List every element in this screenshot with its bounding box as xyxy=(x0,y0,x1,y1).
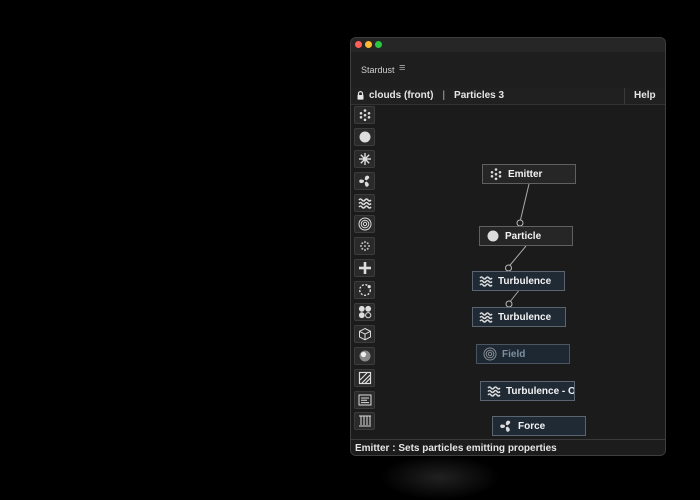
node-label: Turbulence xyxy=(498,311,552,323)
node-connection xyxy=(519,183,530,223)
help-divider xyxy=(624,88,625,104)
hamburger-menu-icon[interactable]: ≡ xyxy=(399,62,405,74)
burst-icon xyxy=(358,152,371,165)
node-graph: Emitter Particle Turbulence Turbulence Field… xyxy=(382,104,665,438)
node-connection xyxy=(508,245,527,268)
composition-label: clouds (front) | Particles 3 xyxy=(369,90,504,101)
background-glow xyxy=(380,455,500,500)
node-label: Force xyxy=(518,420,546,432)
status-bar: Emitter : Sets particles emitting proper… xyxy=(351,439,665,455)
wave-icon xyxy=(357,197,372,209)
node-turbulence[interactable]: Turbulence xyxy=(472,271,565,291)
fan-icon xyxy=(358,175,369,187)
composition-name: clouds (front) xyxy=(369,90,434,101)
panel-tab-title[interactable]: Stardust xyxy=(361,65,395,75)
wave-icon xyxy=(487,386,501,397)
minimize-window-button[interactable] xyxy=(365,41,372,48)
particle-tool[interactable] xyxy=(354,127,375,146)
emitter-dots-icon xyxy=(490,168,502,181)
status-text: Emitter : Sets particles emitting proper… xyxy=(355,443,557,454)
replicator-tool[interactable] xyxy=(354,412,375,431)
cube-icon xyxy=(358,327,371,341)
model-tool[interactable] xyxy=(354,324,375,343)
lock-icon[interactable] xyxy=(357,91,364,100)
node-field[interactable]: Field xyxy=(476,344,570,364)
plus-tool[interactable] xyxy=(354,259,375,278)
burst-tool[interactable] xyxy=(354,149,375,168)
composition-bar: clouds (front) | Particles 3 Help xyxy=(351,88,665,105)
wave-icon xyxy=(479,276,493,287)
circle-icon xyxy=(487,230,499,242)
mask-tool[interactable] xyxy=(354,368,375,387)
loop-tool[interactable] xyxy=(354,281,375,300)
panel-icon xyxy=(358,394,371,406)
turbulence-tool[interactable] xyxy=(354,193,375,212)
title-bar xyxy=(351,38,665,52)
concentric-circles-icon xyxy=(483,347,497,361)
node-turbulence[interactable]: Turbulence xyxy=(472,307,566,327)
concentric-circles-icon xyxy=(358,217,371,231)
node-label: Emitter xyxy=(508,168,543,180)
panel-tab-bar: Stardust ≡ xyxy=(351,52,665,89)
node-label: Field xyxy=(502,348,526,360)
node-particle[interactable]: Particle xyxy=(479,226,573,246)
plus-icon xyxy=(358,262,371,275)
node-force[interactable]: Force xyxy=(492,416,586,436)
node-emitter[interactable]: Emitter xyxy=(482,164,576,184)
composition-separator: | xyxy=(442,90,446,101)
node-label: Turbulence xyxy=(498,275,552,287)
dots-tool[interactable] xyxy=(354,237,375,256)
close-window-button[interactable] xyxy=(355,41,362,48)
node-turbulence-o[interactable]: Turbulence - O xyxy=(480,381,575,401)
hatched-square-icon xyxy=(358,371,371,384)
wave-icon xyxy=(479,312,493,323)
stardust-panel: Stardust ≡ clouds (front) | Particles 3 He… xyxy=(350,37,666,456)
panel-tool[interactable] xyxy=(354,390,375,409)
material-tool[interactable] xyxy=(354,346,375,365)
dashed-circle-icon xyxy=(358,284,371,297)
emitter-tool[interactable] xyxy=(354,106,375,124)
help-button[interactable]: Help xyxy=(634,90,656,101)
hanging-lines-icon xyxy=(358,415,371,427)
dotted-flower-icon xyxy=(359,241,370,252)
node-label: Turbulence - O xyxy=(506,385,575,397)
zoom-window-button[interactable] xyxy=(375,41,382,48)
sphere-icon xyxy=(359,350,370,362)
force-tool[interactable] xyxy=(354,171,375,190)
circle-icon xyxy=(359,131,370,143)
field-tool[interactable] xyxy=(354,215,375,234)
grid-tool[interactable] xyxy=(354,303,375,322)
fan-icon xyxy=(500,420,511,432)
node-label: Particle xyxy=(505,230,542,242)
node-toolbar xyxy=(354,106,378,438)
layer-name: Particles 3 xyxy=(454,90,505,101)
emitter-dots-icon xyxy=(359,109,370,122)
four-circles-icon xyxy=(358,305,371,319)
